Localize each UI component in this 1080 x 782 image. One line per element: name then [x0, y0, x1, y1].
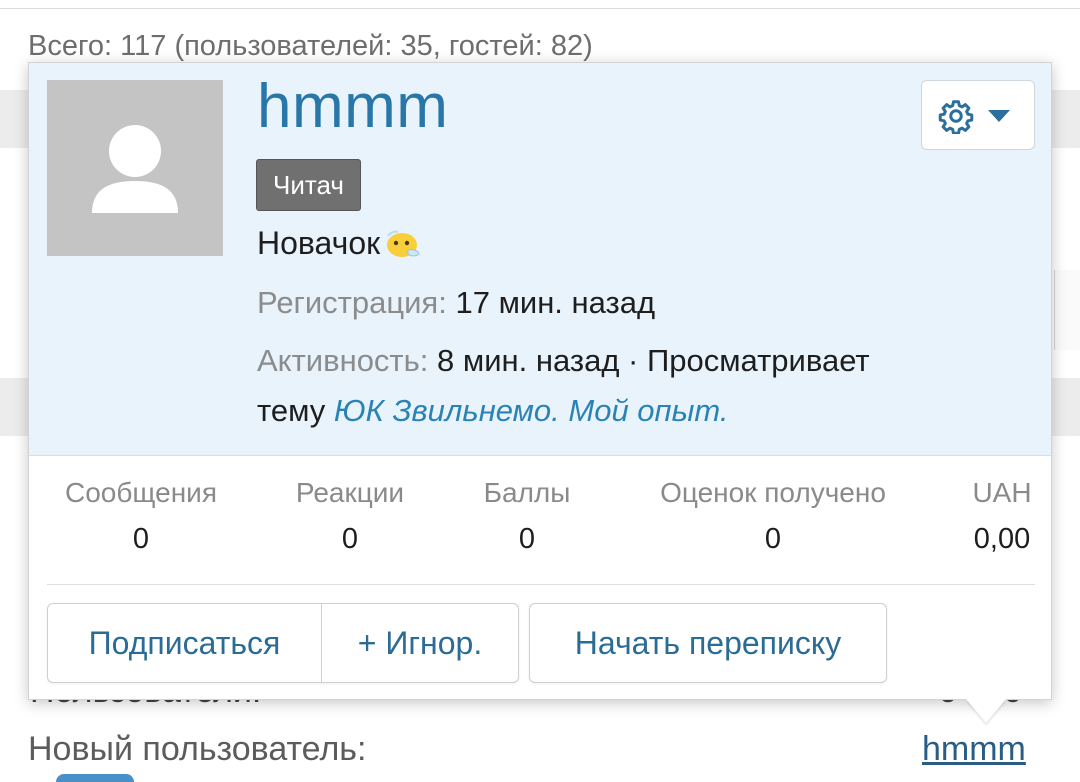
avatar[interactable]	[47, 80, 223, 256]
ignore-button[interactable]: + Игнор.	[322, 604, 518, 682]
background-side-block	[1054, 270, 1080, 350]
username[interactable]: hmmm	[257, 71, 448, 142]
user-silhouette-icon	[92, 125, 178, 213]
activity-line: Активность: 8 мин. назад · Просматривает	[257, 343, 870, 379]
sick-face-icon	[387, 230, 420, 257]
activity-label: Активность:	[257, 343, 429, 378]
new-user-label: Новый пользователь:	[28, 730, 367, 768]
registration-label: Регистрация:	[257, 285, 447, 320]
start-conversation-button[interactable]: Начать переписку	[529, 603, 887, 683]
registration-value: 17 мин. назад	[455, 285, 656, 320]
chevron-down-icon	[988, 110, 1010, 122]
new-user-link[interactable]: hmmm	[922, 730, 1026, 769]
follow-ignore-button-group: Подписаться + Игнор.	[47, 603, 519, 683]
stat-uah: UAH 0,00	[959, 477, 1045, 556]
background-button-edge	[56, 774, 134, 782]
stat-value: 0	[341, 523, 359, 555]
top-divider	[0, 8, 1080, 9]
stat-reactions: Реакции 0	[275, 477, 425, 556]
member-tooltip-card: hmmm Читач Новачок Регистрация: 17 мин.	[28, 62, 1052, 700]
tooltip-arrow	[966, 699, 1006, 723]
follow-button[interactable]: Подписаться	[48, 604, 322, 682]
stat-ratings-received: Оценок получено 0	[635, 477, 911, 556]
stat-label: UAH	[972, 477, 1032, 508]
settings-menu-button[interactable]	[921, 80, 1035, 150]
gear-icon	[938, 100, 974, 134]
stat-value: 0,00	[973, 523, 1031, 555]
stat-messages: Сообщения 0	[47, 477, 235, 556]
activity-prefix: тему	[257, 393, 326, 428]
stat-label: Реакции	[295, 477, 405, 508]
stat-label: Сообщения	[65, 477, 217, 508]
online-total-text: Всего: 117 (пользователей: 35, гостей: 8…	[28, 30, 593, 62]
stats-divider	[47, 584, 1035, 585]
user-rank-label: Новачок	[257, 225, 381, 261]
thread-link[interactable]: ЮК Звильнемо. Мой опыт.	[334, 393, 729, 428]
user-rank: Новачок	[257, 225, 422, 262]
stat-value: 0	[132, 523, 150, 555]
role-badge: Читач	[256, 159, 361, 211]
stat-label: Оценок получено	[660, 477, 886, 508]
stat-value: 0	[764, 523, 782, 555]
stat-label: Баллы	[483, 477, 571, 508]
registration-line: Регистрация: 17 мин. назад	[257, 285, 655, 321]
member-tooltip-header: hmmm Читач Новачок Регистрация: 17 мин.	[29, 63, 1051, 456]
activity-value: 8 мин. назад · Просматривает	[437, 343, 870, 378]
stat-points: Баллы 0	[467, 477, 587, 556]
activity-thread-line: тему ЮК Звильнемо. Мой опыт.	[257, 393, 729, 429]
stat-value: 0	[518, 523, 536, 555]
